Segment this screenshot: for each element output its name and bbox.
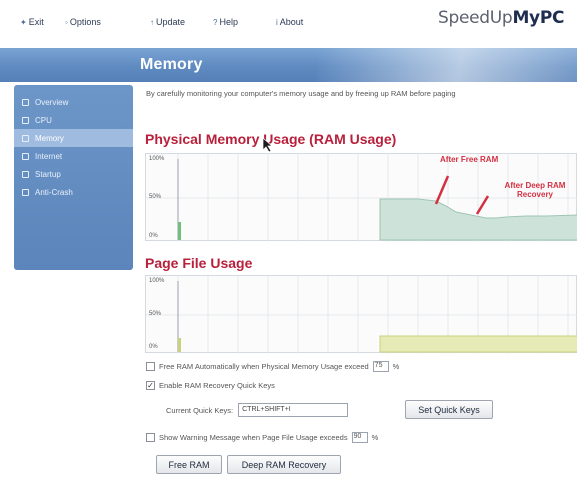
cpu-icon xyxy=(22,116,29,124)
arrow-free-ram xyxy=(434,175,450,205)
warning-percent: % xyxy=(371,433,379,442)
memory-icon xyxy=(22,134,29,142)
page-title: Memory xyxy=(140,56,203,73)
sidebar-item-label: Anti-Crash xyxy=(35,187,73,197)
intro-text: By carefully monitoring your computer's … xyxy=(146,89,456,98)
app-logo: SpeedUpMyPC xyxy=(438,8,564,28)
startup-icon xyxy=(22,170,29,178)
about-icon: i xyxy=(276,17,278,27)
current-keys-row: Current Quick Keys: CTRL+SHIFT+I xyxy=(166,403,349,417)
menu-update-label: Update xyxy=(156,17,186,27)
auto-free-percent: % xyxy=(392,362,400,371)
pagefile-ytick-bottom: 0% xyxy=(149,344,158,350)
menu-options[interactable]: ◦ Options xyxy=(65,17,101,27)
auto-free-option: Free RAM Automatically when Physical Mem… xyxy=(146,361,399,372)
menu-exit[interactable]: ✦ Exit xyxy=(20,17,44,27)
deep-ram-recovery-button[interactable]: Deep RAM Recovery xyxy=(227,455,341,474)
warning-checkbox[interactable] xyxy=(146,433,155,442)
annotation-after-deep-recovery: After Deep RAM Recovery xyxy=(504,181,566,199)
ram-ytick-top: 100% xyxy=(149,156,165,162)
auto-free-checkbox[interactable] xyxy=(146,362,155,371)
page-file-graph-svg xyxy=(146,276,577,354)
auto-free-label: Free RAM Automatically when Physical Mem… xyxy=(159,362,369,371)
set-quick-keys-button[interactable]: Set Quick Keys xyxy=(405,400,493,419)
header-band: Memory xyxy=(0,48,577,82)
sidebar-item-startup[interactable]: Startup xyxy=(14,165,133,183)
pagefile-ytick-mid: 50% xyxy=(149,311,162,317)
menu-options-label: Options xyxy=(69,17,101,27)
sidebar-item-cpu[interactable]: CPU xyxy=(14,111,133,129)
warning-label: Show Warning Message when Page File Usag… xyxy=(159,433,348,442)
overview-icon xyxy=(22,98,29,106)
ram-start-bar xyxy=(178,222,181,240)
warning-threshold-input[interactable]: 90 xyxy=(351,432,368,443)
sidebar-item-label: CPU xyxy=(35,115,52,125)
pagefile-ytick-top: 100% xyxy=(149,278,165,284)
sidebar-item-internet[interactable]: Internet xyxy=(14,147,133,165)
menu-help-label: Help xyxy=(219,17,238,27)
mouse-cursor-icon xyxy=(262,137,273,153)
arrow-deep-recovery xyxy=(475,195,490,215)
anti-crash-icon xyxy=(22,188,29,196)
options-icon: ◦ xyxy=(65,17,68,27)
ram-ytick-mid: 50% xyxy=(149,194,162,200)
update-icon: ↑ xyxy=(150,17,154,27)
menu-about[interactable]: i About xyxy=(276,17,303,27)
menu-exit-label: Exit xyxy=(28,17,44,27)
ram-ytick-bottom: 0% xyxy=(149,233,158,239)
internet-icon xyxy=(22,152,29,160)
logo-text-speedup: SpeedUp xyxy=(438,8,513,28)
menu-update[interactable]: ↑ Update xyxy=(150,17,185,27)
annotation-after-free-ram: After Free RAM xyxy=(440,155,499,164)
page-file-graph: 100% 50% 0% xyxy=(145,275,577,354)
sidebar-item-memory[interactable]: Memory xyxy=(14,129,133,147)
sidebar-item-label: Internet xyxy=(35,151,63,161)
quick-keys-checkbox[interactable]: ✓ xyxy=(146,381,155,390)
current-keys-input[interactable]: CTRL+SHIFT+I xyxy=(238,403,349,417)
current-keys-label: Current Quick Keys: xyxy=(166,405,234,415)
warning-option: Show Warning Message when Page File Usag… xyxy=(146,432,378,443)
help-icon: ? xyxy=(213,17,218,27)
header-glow xyxy=(317,48,577,82)
quick-keys-label: Enable RAM Recovery Quick Keys xyxy=(159,381,275,390)
sidebar-item-label: Memory xyxy=(35,133,64,143)
sidebar-item-overview[interactable]: Overview xyxy=(14,93,133,111)
exit-icon: ✦ xyxy=(20,17,27,27)
sidebar-item-label: Overview xyxy=(35,97,69,107)
auto-free-threshold-input[interactable]: 75 xyxy=(372,361,389,372)
main-content: By carefully monitoring your computer's … xyxy=(140,85,577,479)
sidebar-item-anti-crash[interactable]: Anti-Crash xyxy=(14,183,133,201)
menu-bar: ✦ Exit ◦ Options ↑ Update ? Help i About… xyxy=(0,0,577,44)
menu-about-label: About xyxy=(279,17,304,27)
quick-keys-option: ✓ Enable RAM Recovery Quick Keys xyxy=(146,381,275,390)
page-file-title: Page File Usage xyxy=(145,255,253,271)
free-ram-button[interactable]: Free RAM xyxy=(156,455,222,474)
menu-help[interactable]: ? Help xyxy=(213,17,238,27)
page-file-area xyxy=(379,335,577,353)
sidebar-item-label: Startup xyxy=(35,169,61,179)
logo-text-mypc: MyPC xyxy=(512,8,565,28)
page-file-start-bar xyxy=(178,338,181,352)
sidebar: Overview CPU Memory Internet Startup Ant… xyxy=(14,85,133,270)
